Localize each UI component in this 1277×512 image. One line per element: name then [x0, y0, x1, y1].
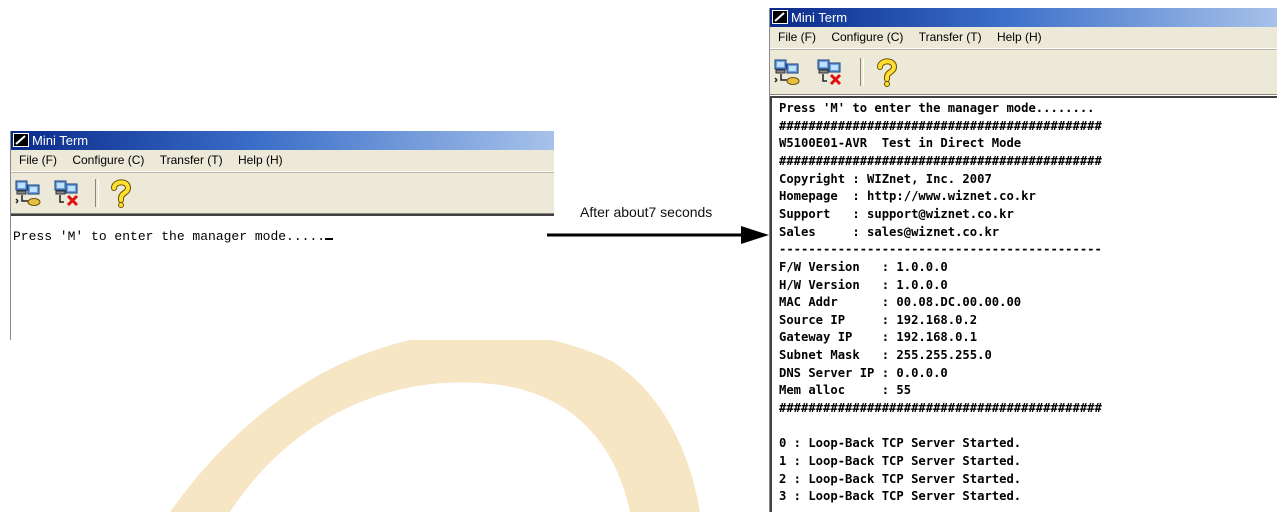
- terminal-line: Press 'M' to enter the manager mode.....…: [779, 101, 1095, 115]
- disconnect-icon[interactable]: [52, 178, 82, 208]
- help-icon[interactable]: [105, 178, 135, 208]
- terminal-line: Source IP : 192.168.0.2: [779, 312, 978, 327]
- text-cursor: [325, 238, 334, 240]
- app-icon: [772, 10, 788, 24]
- title-bar[interactable]: Mini Term: [770, 8, 1277, 27]
- menu-help[interactable]: Help (H): [232, 150, 289, 171]
- terminal-line: W5100E01-AVR Test in Direct Mode: [779, 136, 1022, 151]
- connect-icon[interactable]: [14, 178, 44, 208]
- terminal-line: 1 : Loop-Back TCP Server Started.: [779, 454, 1022, 468]
- toolbar: [770, 49, 1277, 95]
- terminal-line: Sales : sales@wiznet.co.kr: [779, 224, 1000, 239]
- terminal-line: Support : support@wiznet.co.kr: [779, 206, 1014, 221]
- terminal-area[interactable]: Press 'M' to enter the manager mode.....: [11, 214, 554, 340]
- menu-help[interactable]: Help (H): [991, 27, 1048, 48]
- menu-file[interactable]: File (F): [772, 27, 822, 48]
- arrow-label: After about7 seconds: [580, 204, 713, 220]
- menu-configure[interactable]: Configure (C): [66, 150, 150, 171]
- arrow-right-icon: [547, 226, 769, 244]
- menu-bar: File (F) Configure (C) Transfer (T) Help…: [770, 27, 1277, 49]
- window-title: Mini Term: [32, 133, 89, 148]
- help-icon[interactable]: [871, 57, 901, 87]
- terminal-text: Press 'M' to enter the manager mode.....: [13, 229, 326, 244]
- connect-icon[interactable]: [773, 57, 803, 87]
- terminal-area[interactable]: Press 'M' to enter the manager mode.....…: [770, 96, 1277, 512]
- terminal-line: 3 : Loop-Back TCP Server Started.: [779, 489, 1022, 504]
- toolbar-separator: [860, 58, 864, 86]
- terminal-line: 2 : Loop-Back TCP Server Started.: [779, 471, 1022, 486]
- terminal-line: Gateway IP : 192.168.0.1: [779, 330, 978, 345]
- terminal-line: Homepage : http://www.wiznet.co.kr: [779, 189, 1036, 204]
- menu-bar: File (F) Configure (C) Transfer (T) Help…: [11, 150, 554, 172]
- terminal-line: F/W Version : 1.0.0.0: [779, 259, 948, 274]
- terminal-line: Copyright : WIZnet, Inc. 2007: [779, 171, 992, 186]
- window-title: Mini Term: [791, 10, 848, 25]
- mini-term-window-after: Mini Term File (F) Configure (C) Transfe…: [769, 8, 1277, 512]
- terminal-line: MAC Addr : 00.08.DC.00.00.00: [779, 295, 1022, 310]
- terminal-line: Subnet Mask : 255.255.255.0: [779, 348, 992, 363]
- menu-transfer[interactable]: Transfer (T): [154, 150, 229, 171]
- toolbar-separator: [95, 179, 99, 207]
- terminal-line: ########################################…: [779, 153, 1102, 168]
- toolbar: [11, 172, 554, 214]
- terminal-line: DNS Server IP : 0.0.0.0: [779, 365, 948, 380]
- mini-term-window-before: Mini Term File (F) Configure (C) Transfe…: [10, 131, 554, 340]
- terminal-line: H/W Version : 1.0.0.0: [779, 277, 948, 292]
- menu-file[interactable]: File (F): [13, 150, 63, 171]
- terminal-line: ----------------------------------------…: [779, 242, 1102, 257]
- disconnect-icon[interactable]: [815, 57, 845, 87]
- title-bar[interactable]: Mini Term: [11, 131, 554, 150]
- terminal-line: ########################################…: [779, 118, 1102, 133]
- menu-configure[interactable]: Configure (C): [825, 27, 909, 48]
- terminal-line: 0 : Loop-Back TCP Server Started.: [779, 436, 1022, 451]
- menu-transfer[interactable]: Transfer (T): [913, 27, 988, 48]
- terminal-line: ########################################…: [779, 401, 1102, 416]
- terminal-line: Mem alloc : 55: [779, 383, 912, 398]
- app-icon: [13, 133, 29, 147]
